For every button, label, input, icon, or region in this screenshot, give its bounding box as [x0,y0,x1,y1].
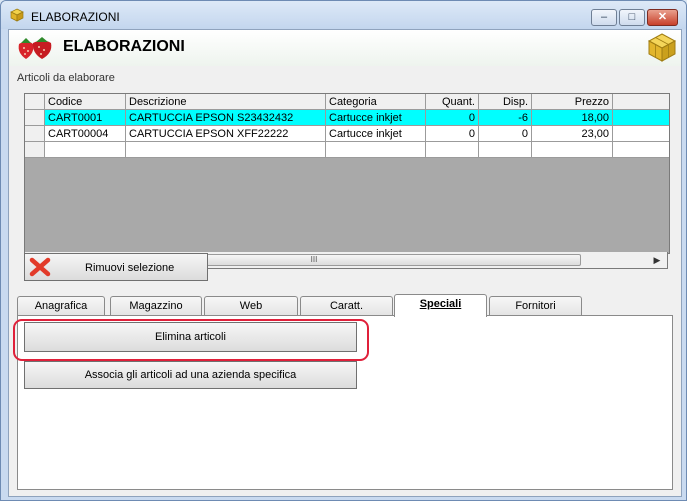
maximize-button[interactable]: □ [619,9,645,26]
group-label: Articoli da elaborare [17,72,115,84]
title-bar: ELABORAZIONI – □ ✕ [1,1,686,29]
cell-pr[interactable]: 2 [613,126,669,142]
cell-empty[interactable] [532,142,613,158]
page-title: ELABORAZIONI [63,38,185,55]
cell-empty[interactable] [45,142,126,158]
client-area: ELABORAZIONI Articoli da elaborare Codic… [8,29,682,497]
col-codice[interactable]: Codice [45,94,126,110]
cell-codice[interactable]: CART0001 [45,110,126,126]
tab-caratt[interactable]: Caratt. [300,296,393,316]
cell-empty[interactable] [126,142,326,158]
tab-speciali[interactable]: Speciali [394,294,487,317]
tab-fornitori[interactable]: Fornitori [489,296,582,316]
highlight-box [13,319,369,361]
cell-categoria[interactable]: Cartucce inkjet [326,126,426,142]
tab-magazzino[interactable]: Magazzino [110,296,202,316]
associate-company-button[interactable]: Associa gli articoli ad una azienda spec… [24,361,357,389]
col-prezzo[interactable]: Prezzo [532,94,613,110]
col-categoria[interactable]: Categoria [326,94,426,110]
cell-codice[interactable]: CART00004 [45,126,126,142]
cell-quant[interactable]: 0 [426,126,479,142]
cell-quant[interactable]: 0 [426,110,479,126]
window-title: ELABORAZIONI [31,10,120,24]
cell-empty[interactable] [326,142,426,158]
tab-strip: Anagrafica Magazzino Web Caratt. Special… [17,294,677,317]
col-descrizione[interactable]: Descrizione [126,94,326,110]
cell-prezzo[interactable]: 18,00 [532,110,613,126]
strawberry-icon [18,37,52,59]
remove-selection-button[interactable]: Rimuovi selezione [24,253,208,281]
col-quant[interactable]: Quant. [426,94,479,110]
col-pr[interactable]: Pr [613,94,669,110]
header-banner: ELABORAZIONI [9,30,681,66]
cell-disp[interactable]: 0 [479,126,532,142]
row-indicator[interactable] [25,142,45,158]
cell-categoria[interactable]: Cartucce inkjet [326,110,426,126]
cell-descrizione[interactable]: CARTUCCIA EPSON S23432432 [126,110,326,126]
package-icon [10,8,24,22]
cell-disp[interactable]: -6 [479,110,532,126]
cube-icon [647,33,677,62]
cell-pr[interactable]: 2 [613,110,669,126]
app-window: ELABORAZIONI – □ ✕ ELABORAZIONI Articoli… [0,0,687,501]
cell-empty[interactable] [426,142,479,158]
cell-empty[interactable] [479,142,532,158]
row-indicator[interactable] [25,110,45,126]
remove-selection-label: Rimuovi selezione [85,262,175,274]
col-disp[interactable]: Disp. [479,94,532,110]
cell-descrizione[interactable]: CARTUCCIA EPSON XFF22222 [126,126,326,142]
table-row-empty[interactable] [25,142,669,158]
red-x-icon [29,257,51,277]
cell-prezzo[interactable]: 23,00 [532,126,613,142]
articles-grid[interactable]: Codice Descrizione Categoria Quant. Disp… [24,93,670,254]
cell-empty[interactable] [613,142,669,158]
close-button[interactable]: ✕ [647,9,678,26]
table-row[interactable]: CART0001 CARTUCCIA EPSON S23432432 Cartu… [25,110,669,126]
table-row[interactable]: CART00004 CARTUCCIA EPSON XFF22222 Cartu… [25,126,669,142]
minimize-button[interactable]: – [591,9,617,26]
row-indicator-header [25,94,45,110]
tab-web[interactable]: Web [204,296,298,316]
grid-header: Codice Descrizione Categoria Quant. Disp… [25,94,669,110]
tab-anagrafica[interactable]: Anagrafica [17,296,105,316]
scroll-right-icon[interactable]: ▶ [651,254,663,266]
row-indicator[interactable] [25,126,45,142]
